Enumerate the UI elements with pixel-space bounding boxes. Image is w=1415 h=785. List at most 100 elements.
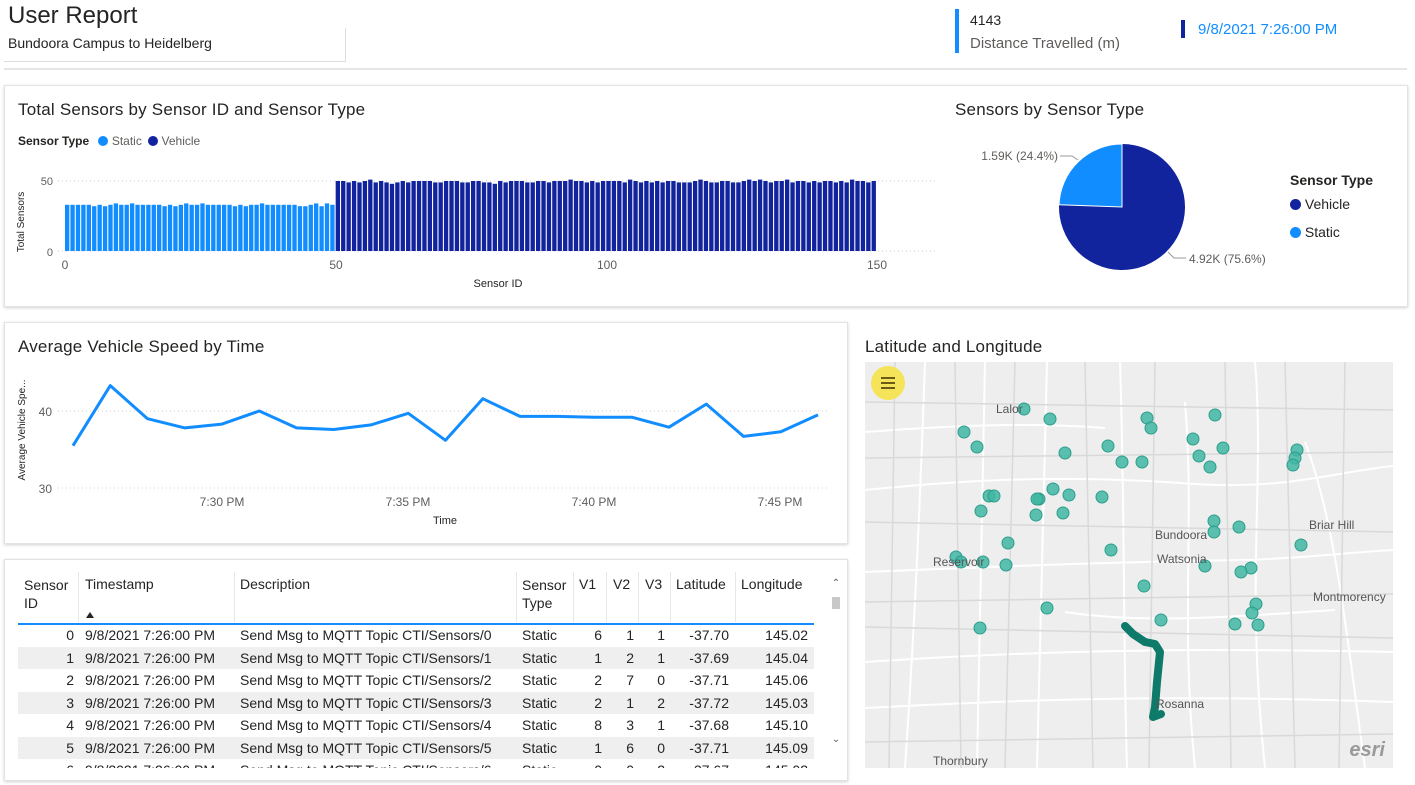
bar-vehicle-139[interactable] xyxy=(817,182,822,251)
bar-static-16[interactable] xyxy=(151,204,156,251)
bar-static-21[interactable] xyxy=(178,204,184,251)
bar-static-42[interactable] xyxy=(292,204,297,251)
bar-vehicle-55[interactable] xyxy=(362,181,368,251)
map-sensor-point[interactable] xyxy=(1192,449,1206,463)
scroll-down-icon[interactable]: ⌄ xyxy=(830,734,842,745)
bar-vehicle-86[interactable] xyxy=(530,182,535,251)
bar-vehicle-54[interactable] xyxy=(357,182,362,251)
bar-vehicle-123[interactable] xyxy=(730,182,736,251)
bar-vehicle-71[interactable] xyxy=(449,181,454,251)
bar-static-25[interactable] xyxy=(200,203,205,251)
bar-static-18[interactable] xyxy=(162,206,167,251)
legend-static-dot[interactable] xyxy=(98,136,109,146)
map-sensor-point[interactable] xyxy=(974,504,988,518)
bar-vehicle-100[interactable] xyxy=(606,181,611,251)
table-row[interactable]: 1 9/8/2021 7:26:00 PM Send Msg to MQTT Top… xyxy=(18,646,814,669)
bar-static-29[interactable] xyxy=(221,204,227,251)
map-sensor-point[interactable] xyxy=(1058,446,1072,460)
bar-static-23[interactable] xyxy=(189,204,194,251)
bar-vehicle-148[interactable] xyxy=(866,182,871,251)
bar-vehicle-127[interactable] xyxy=(752,181,757,251)
pie-legend-static[interactable]: Static xyxy=(1290,224,1340,240)
bar-vehicle-92[interactable] xyxy=(563,181,568,251)
bar-static-31[interactable] xyxy=(232,206,238,251)
map-sensor-point[interactable] xyxy=(973,621,987,635)
bar-vehicle-73[interactable] xyxy=(460,182,465,251)
bar-vehicle-108[interactable] xyxy=(649,182,654,251)
bar-static-34[interactable] xyxy=(249,204,254,251)
bar-vehicle-136[interactable] xyxy=(801,181,806,251)
map-sensor-point[interactable] xyxy=(1186,432,1200,446)
bar-vehicle-70[interactable] xyxy=(443,181,449,251)
bar-static-13[interactable] xyxy=(135,204,140,251)
bar-vehicle-95[interactable] xyxy=(579,181,584,251)
bar-static-10[interactable] xyxy=(119,204,124,251)
bar-vehicle-101[interactable] xyxy=(611,181,617,251)
table-row[interactable]: 0 9/8/2021 7:26:00 PM Send Msg to MQTT Top… xyxy=(18,624,814,646)
bar-vehicle-60[interactable] xyxy=(389,183,395,251)
bar-vehicle-61[interactable] xyxy=(395,182,400,251)
table-row[interactable]: 2 9/8/2021 7:26:00 PM Send Msg to MQTT Top… xyxy=(18,669,814,691)
table-row[interactable]: 5 9/8/2021 7:26:00 PM Send Msg to MQTT Top… xyxy=(18,736,814,759)
bar-vehicle-77[interactable] xyxy=(481,182,487,251)
bar-static-27[interactable] xyxy=(211,204,216,251)
timestamp-card[interactable]: 9/8/2021 7:26:00 PM xyxy=(1198,21,1337,38)
bar-vehicle-128[interactable] xyxy=(757,179,763,251)
bar-vehicle-149[interactable] xyxy=(871,181,876,251)
bar-static-39[interactable] xyxy=(276,204,281,251)
map-sensor-point[interactable] xyxy=(1095,490,1109,504)
bar-static-0[interactable] xyxy=(65,204,70,251)
bar-static-36[interactable] xyxy=(259,203,265,251)
bar-vehicle-126[interactable] xyxy=(747,179,752,251)
bar-vehicle-143[interactable] xyxy=(839,181,844,251)
map-sensor-point[interactable] xyxy=(1234,565,1248,579)
bar-vehicle-64[interactable] xyxy=(411,181,416,251)
col-header-longitude[interactable]: Longitude xyxy=(741,576,803,592)
bar-vehicle-98[interactable] xyxy=(595,182,600,251)
bar-vehicle-116[interactable] xyxy=(692,181,698,251)
bar-static-47[interactable] xyxy=(319,206,324,251)
col-header-v1[interactable]: V1 xyxy=(579,576,596,592)
bar-vehicle-114[interactable] xyxy=(682,182,687,251)
bar-vehicle-120[interactable] xyxy=(714,182,719,251)
bar-vehicle-112[interactable] xyxy=(671,181,676,251)
bar-vehicle-110[interactable] xyxy=(660,182,665,251)
bar-vehicle-65[interactable] xyxy=(416,181,422,251)
bar-vehicle-53[interactable] xyxy=(351,181,357,251)
bar-static-22[interactable] xyxy=(184,203,189,251)
bar-static-8[interactable] xyxy=(108,204,113,251)
map-sensor-point[interactable] xyxy=(970,440,984,454)
bar-vehicle-106[interactable] xyxy=(638,182,644,251)
bar-static-37[interactable] xyxy=(265,204,270,251)
col-header-timestamp[interactable]: Timestamp xyxy=(85,576,154,592)
map-sensor-point[interactable] xyxy=(1203,460,1217,474)
bar-static-7[interactable] xyxy=(102,206,108,251)
bar-vehicle-57[interactable] xyxy=(373,182,378,251)
bar-vehicle-51[interactable] xyxy=(341,181,346,251)
legend-static-label[interactable]: Static xyxy=(112,134,142,148)
bar-vehicle-135[interactable] xyxy=(795,181,801,251)
map-sensor-point[interactable] xyxy=(1046,482,1060,496)
bar-vehicle-94[interactable] xyxy=(573,181,579,251)
table-scrollbar[interactable]: ⌃ ⌄ xyxy=(830,578,842,750)
legend-vehicle-dot[interactable] xyxy=(148,136,159,146)
map-sensor-point[interactable] xyxy=(1030,492,1044,506)
bar-vehicle-90[interactable] xyxy=(552,181,557,251)
col-header-sensor-type[interactable]: Sensor Type xyxy=(522,576,566,612)
bar-static-5[interactable] xyxy=(92,206,97,251)
bar-static-32[interactable] xyxy=(238,204,243,251)
map-sensor-point[interactable] xyxy=(999,558,1013,572)
map-sensor-point[interactable] xyxy=(1207,525,1221,539)
map-sensor-point[interactable] xyxy=(987,489,1001,503)
map-sensor-point[interactable] xyxy=(957,425,971,439)
table-row[interactable]: 3 9/8/2021 7:26:00 PM Send Msg to MQTT Top… xyxy=(18,691,814,714)
bar-vehicle-109[interactable] xyxy=(655,181,660,251)
bar-vehicle-122[interactable] xyxy=(725,181,730,251)
bar-vehicle-82[interactable] xyxy=(508,181,514,251)
map-visual[interactable]: Lalor Bundoora Briar Hill Watsonia Reser… xyxy=(865,362,1393,768)
bar-static-30[interactable] xyxy=(227,204,232,251)
bar-vehicle-97[interactable] xyxy=(590,181,595,251)
bar-vehicle-72[interactable] xyxy=(454,181,460,251)
bar-static-6[interactable] xyxy=(97,204,102,251)
bar-static-49[interactable] xyxy=(330,204,335,251)
